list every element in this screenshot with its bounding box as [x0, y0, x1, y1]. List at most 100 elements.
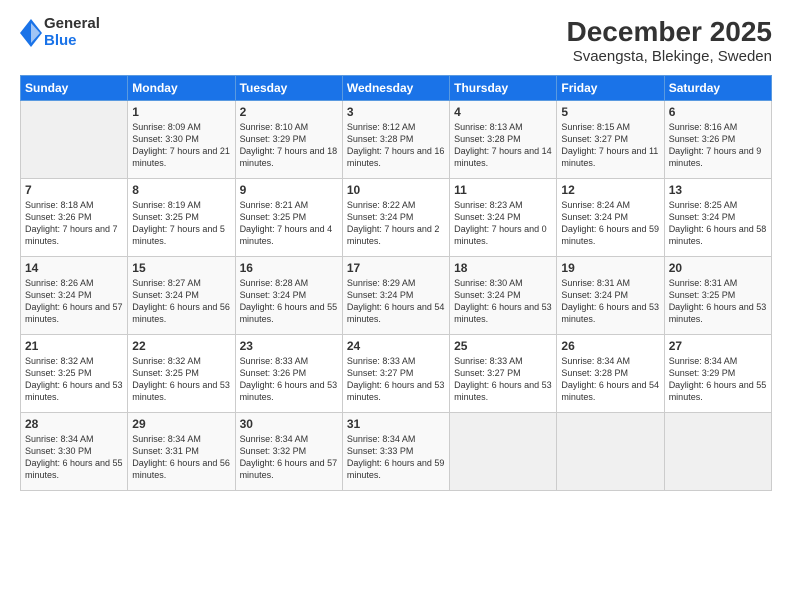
cell-info: Sunrise: 8:32 AMSunset: 3:25 PMDaylight:…	[132, 356, 230, 402]
calendar-table: Sunday Monday Tuesday Wednesday Thursday…	[20, 75, 772, 491]
week-row-0: 1 Sunrise: 8:09 AMSunset: 3:30 PMDaylight…	[21, 101, 772, 179]
header-monday: Monday	[128, 76, 235, 101]
day-number: 7	[25, 183, 123, 197]
cell-w2-d3: 17 Sunrise: 8:29 AMSunset: 3:24 PMDayligh…	[342, 257, 449, 335]
cell-w2-d0: 14 Sunrise: 8:26 AMSunset: 3:24 PMDayligh…	[21, 257, 128, 335]
page: General Blue December 2025 Svaengsta, Bl…	[0, 0, 792, 612]
cell-info: Sunrise: 8:19 AMSunset: 3:25 PMDaylight:…	[132, 200, 225, 246]
cell-w4-d4	[450, 413, 557, 491]
day-number: 26	[561, 339, 659, 353]
cell-w4-d3: 31 Sunrise: 8:34 AMSunset: 3:33 PMDayligh…	[342, 413, 449, 491]
cell-info: Sunrise: 8:09 AMSunset: 3:30 PMDaylight:…	[132, 122, 230, 168]
cell-info: Sunrise: 8:30 AMSunset: 3:24 PMDaylight:…	[454, 278, 552, 324]
cell-info: Sunrise: 8:32 AMSunset: 3:25 PMDaylight:…	[25, 356, 123, 402]
cell-w1-d1: 8 Sunrise: 8:19 AMSunset: 3:25 PMDaylight…	[128, 179, 235, 257]
day-number: 8	[132, 183, 230, 197]
day-number: 27	[669, 339, 767, 353]
cell-info: Sunrise: 8:33 AMSunset: 3:26 PMDaylight:…	[240, 356, 338, 402]
cell-w3-d6: 27 Sunrise: 8:34 AMSunset: 3:29 PMDayligh…	[664, 335, 771, 413]
header-tuesday: Tuesday	[235, 76, 342, 101]
cell-info: Sunrise: 8:21 AMSunset: 3:25 PMDaylight:…	[240, 200, 333, 246]
cell-w4-d2: 30 Sunrise: 8:34 AMSunset: 3:32 PMDayligh…	[235, 413, 342, 491]
cell-w0-d0	[21, 101, 128, 179]
cell-info: Sunrise: 8:34 AMSunset: 3:28 PMDaylight:…	[561, 356, 659, 402]
cell-w3-d4: 25 Sunrise: 8:33 AMSunset: 3:27 PMDayligh…	[450, 335, 557, 413]
cell-info: Sunrise: 8:12 AMSunset: 3:28 PMDaylight:…	[347, 122, 445, 168]
logo-general-text: General	[44, 16, 100, 33]
cell-w0-d2: 2 Sunrise: 8:10 AMSunset: 3:29 PMDaylight…	[235, 101, 342, 179]
cell-w0-d3: 3 Sunrise: 8:12 AMSunset: 3:28 PMDaylight…	[342, 101, 449, 179]
day-number: 25	[454, 339, 552, 353]
day-number: 12	[561, 183, 659, 197]
day-number: 24	[347, 339, 445, 353]
day-number: 9	[240, 183, 338, 197]
week-row-4: 28 Sunrise: 8:34 AMSunset: 3:30 PMDayligh…	[21, 413, 772, 491]
cell-info: Sunrise: 8:34 AMSunset: 3:31 PMDaylight:…	[132, 434, 230, 480]
cell-w4-d6	[664, 413, 771, 491]
cell-info: Sunrise: 8:28 AMSunset: 3:24 PMDaylight:…	[240, 278, 338, 324]
cell-info: Sunrise: 8:26 AMSunset: 3:24 PMDaylight:…	[25, 278, 123, 324]
header-sunday: Sunday	[21, 76, 128, 101]
day-number: 16	[240, 261, 338, 275]
day-number: 6	[669, 105, 767, 119]
calendar-subtitle: Svaengsta, Blekinge, Sweden	[567, 48, 772, 65]
day-number: 23	[240, 339, 338, 353]
cell-info: Sunrise: 8:18 AMSunset: 3:26 PMDaylight:…	[25, 200, 118, 246]
day-number: 20	[669, 261, 767, 275]
cell-w0-d4: 4 Sunrise: 8:13 AMSunset: 3:28 PMDaylight…	[450, 101, 557, 179]
cell-info: Sunrise: 8:33 AMSunset: 3:27 PMDaylight:…	[454, 356, 552, 402]
cell-info: Sunrise: 8:34 AMSunset: 3:30 PMDaylight:…	[25, 434, 123, 480]
day-number: 17	[347, 261, 445, 275]
day-number: 10	[347, 183, 445, 197]
cell-info: Sunrise: 8:34 AMSunset: 3:32 PMDaylight:…	[240, 434, 338, 480]
cell-w2-d5: 19Sunrise: 8:31 AMSunset: 3:24 PMDayligh…	[557, 257, 664, 335]
cell-info: Sunrise: 8:31 AMSunset: 3:25 PMDaylight:…	[669, 278, 767, 324]
cell-info: Sunrise: 8:33 AMSunset: 3:27 PMDaylight:…	[347, 356, 445, 402]
cell-w3-d2: 23 Sunrise: 8:33 AMSunset: 3:26 PMDayligh…	[235, 335, 342, 413]
header-row: Sunday Monday Tuesday Wednesday Thursday…	[21, 76, 772, 101]
cell-info: Sunrise: 8:34 AMSunset: 3:33 PMDaylight:…	[347, 434, 445, 480]
day-number: 2	[240, 105, 338, 119]
cell-w1-d5: 12 Sunrise: 8:24 AMSunset: 3:24 PMDayligh…	[557, 179, 664, 257]
cell-info: Sunrise: 8:22 AMSunset: 3:24 PMDaylight:…	[347, 200, 440, 246]
cell-info: Sunrise: 8:29 AMSunset: 3:24 PMDaylight:…	[347, 278, 445, 324]
day-number: 30	[240, 417, 338, 431]
day-number: 28	[25, 417, 123, 431]
cell-w4-d1: 29 Sunrise: 8:34 AMSunset: 3:31 PMDayligh…	[128, 413, 235, 491]
logo-blue-text: Blue	[44, 33, 100, 50]
day-number: 5	[561, 105, 659, 119]
day-number: 22	[132, 339, 230, 353]
header: General Blue December 2025 Svaengsta, Bl…	[20, 16, 772, 65]
cell-info: Sunrise: 8:34 AMSunset: 3:29 PMDaylight:…	[669, 356, 767, 402]
cell-w3-d5: 26 Sunrise: 8:34 AMSunset: 3:28 PMDayligh…	[557, 335, 664, 413]
cell-w2-d6: 20 Sunrise: 8:31 AMSunset: 3:25 PMDayligh…	[664, 257, 771, 335]
cell-info: Sunrise: 8:27 AMSunset: 3:24 PMDaylight:…	[132, 278, 230, 324]
cell-info: Sunrise: 8:10 AMSunset: 3:29 PMDaylight:…	[240, 122, 338, 168]
header-wednesday: Wednesday	[342, 76, 449, 101]
calendar-title: December 2025	[567, 16, 772, 48]
day-number: 15	[132, 261, 230, 275]
cell-info: Sunrise: 8:16 AMSunset: 3:26 PMDaylight:…	[669, 122, 762, 168]
cell-info: Sunrise: 8:13 AMSunset: 3:28 PMDaylight:…	[454, 122, 552, 168]
day-number: 1	[132, 105, 230, 119]
day-number: 14	[25, 261, 123, 275]
cell-w4-d5	[557, 413, 664, 491]
header-thursday: Thursday	[450, 76, 557, 101]
cell-w2-d2: 16 Sunrise: 8:28 AMSunset: 3:24 PMDayligh…	[235, 257, 342, 335]
day-number: 29	[132, 417, 230, 431]
cell-w1-d3: 10 Sunrise: 8:22 AMSunset: 3:24 PMDayligh…	[342, 179, 449, 257]
cell-info: Sunrise: 8:15 AMSunset: 3:27 PMDaylight:…	[561, 122, 658, 168]
cell-w1-d0: 7 Sunrise: 8:18 AMSunset: 3:26 PMDaylight…	[21, 179, 128, 257]
cell-w1-d2: 9 Sunrise: 8:21 AMSunset: 3:25 PMDaylight…	[235, 179, 342, 257]
cell-info: Sunrise: 8:24 AMSunset: 3:24 PMDaylight:…	[561, 200, 659, 246]
day-number: 19	[561, 261, 659, 275]
cell-w0-d1: 1 Sunrise: 8:09 AMSunset: 3:30 PMDaylight…	[128, 101, 235, 179]
day-number: 4	[454, 105, 552, 119]
day-number: 3	[347, 105, 445, 119]
cell-w3-d1: 22 Sunrise: 8:32 AMSunset: 3:25 PMDayligh…	[128, 335, 235, 413]
cell-w1-d4: 11Sunrise: 8:23 AMSunset: 3:24 PMDayligh…	[450, 179, 557, 257]
cell-w2-d1: 15 Sunrise: 8:27 AMSunset: 3:24 PMDayligh…	[128, 257, 235, 335]
cell-w0-d6: 6 Sunrise: 8:16 AMSunset: 3:26 PMDaylight…	[664, 101, 771, 179]
day-number: 18	[454, 261, 552, 275]
day-number: 31	[347, 417, 445, 431]
